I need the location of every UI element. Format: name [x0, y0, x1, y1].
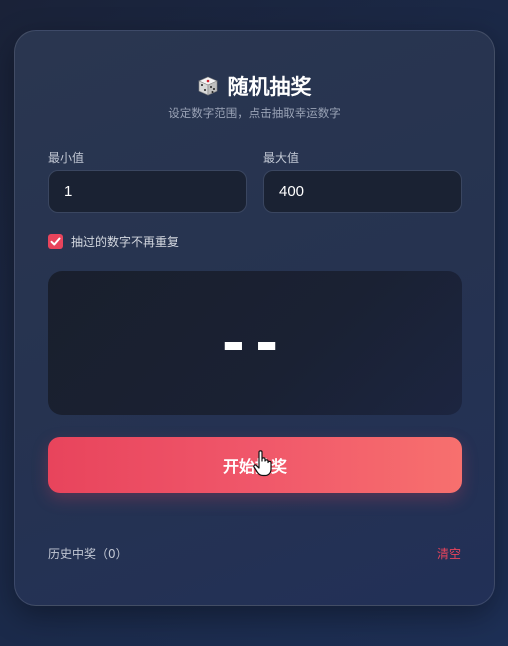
lottery-card: 随机抽奖 设定数字范围，点击抽取幸运数字 最小值 1 最大值 400 抽过的数字… [14, 30, 495, 606]
subtitle: 设定数字范围，点击抽取幸运数字 [168, 106, 341, 120]
result-display: -- [48, 271, 462, 415]
header: 随机抽奖 [15, 71, 494, 101]
no-repeat-option[interactable]: 抽过的数字不再重复 [48, 233, 179, 250]
max-input[interactable]: 400 [263, 170, 462, 213]
clear-history-button[interactable]: 清空 [437, 545, 461, 562]
max-label: 最大值 [263, 151, 300, 165]
min-label: 最小值 [48, 151, 85, 165]
page-title: 随机抽奖 [227, 75, 312, 99]
check-icon [50, 237, 61, 246]
hand-cursor-icon [253, 450, 272, 477]
no-repeat-checkbox[interactable] [48, 234, 63, 249]
history-label: 历史中奖（0） [48, 547, 128, 561]
min-input[interactable]: 1 [48, 170, 247, 213]
dice-icon [197, 76, 218, 96]
result-value: -- [221, 310, 289, 376]
no-repeat-label: 抽过的数字不再重复 [71, 235, 180, 249]
